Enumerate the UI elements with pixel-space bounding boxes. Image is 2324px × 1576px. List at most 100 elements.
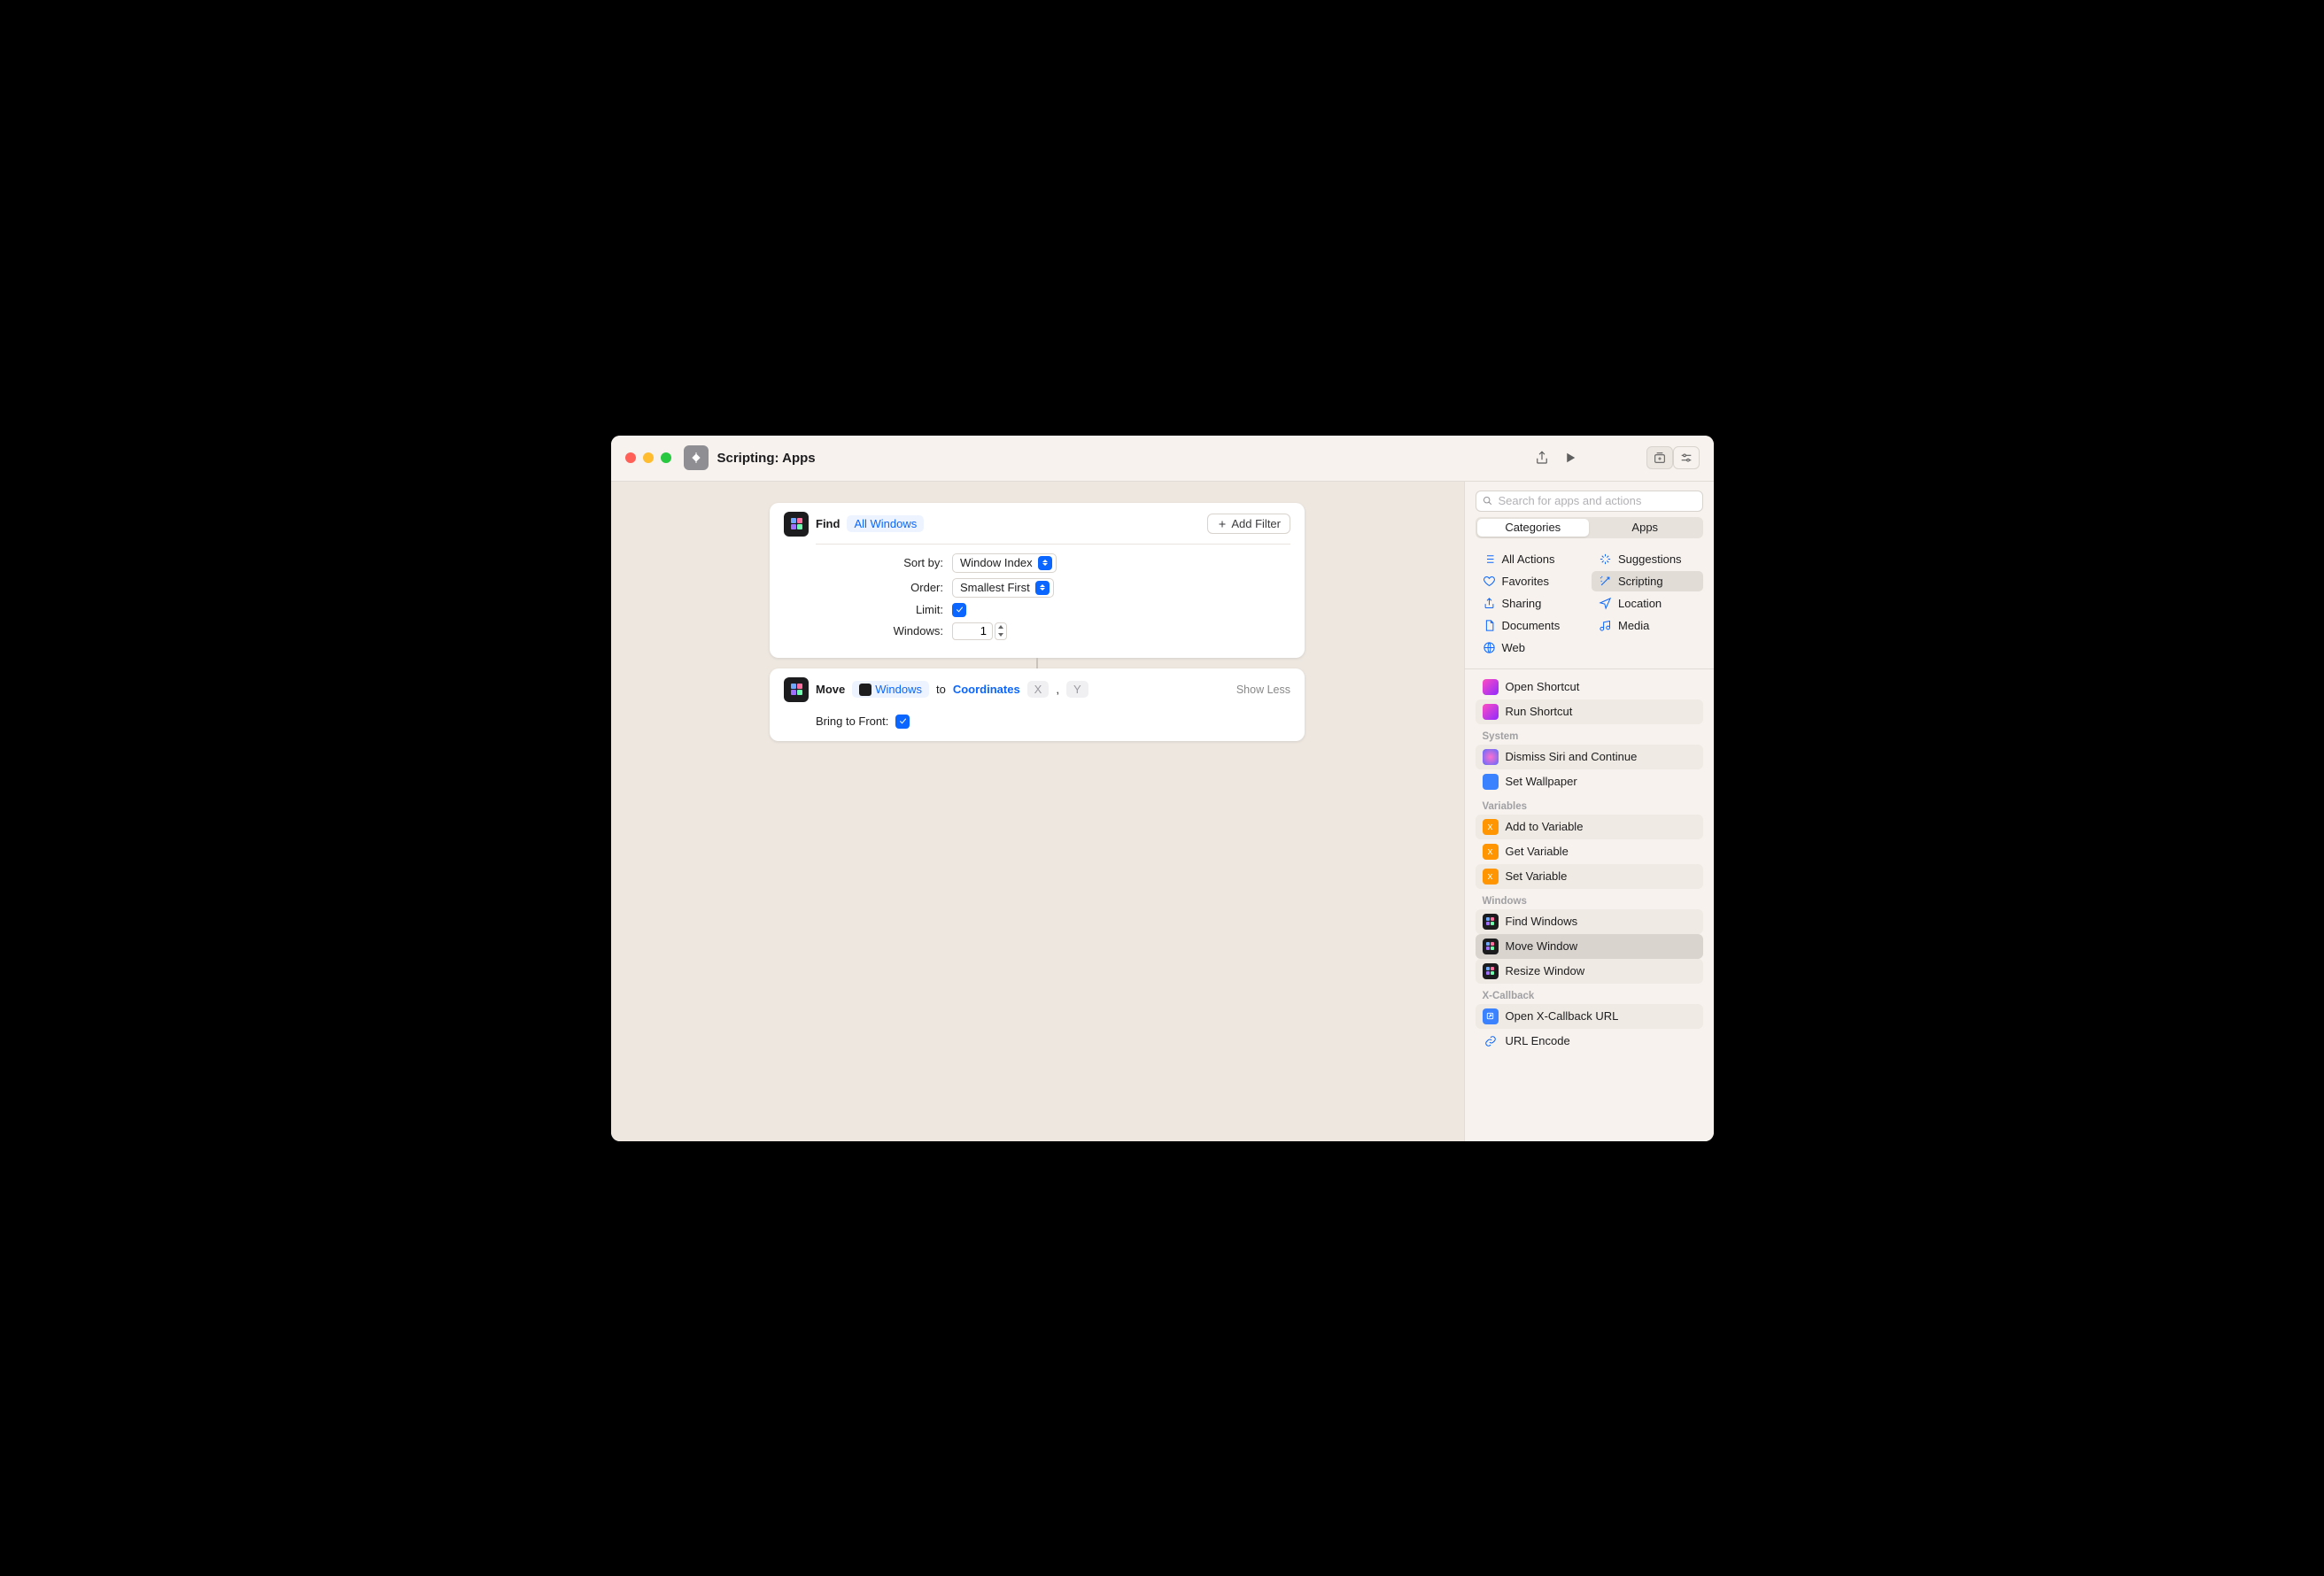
action-item[interactable]: x Get Variable [1476, 839, 1703, 864]
window-mini-icon [859, 684, 872, 696]
share-button[interactable] [1528, 445, 1556, 470]
x-placeholder[interactable]: X [1027, 681, 1050, 698]
link-icon [1483, 1033, 1499, 1049]
action-item[interactable]: Find Windows [1476, 909, 1703, 934]
order-select[interactable]: Smallest First [952, 578, 1054, 598]
document-icon [1483, 619, 1496, 632]
action-find-windows[interactable]: Find All Windows Add Filter Sort by: Win… [770, 503, 1305, 658]
search-input[interactable] [1499, 494, 1697, 507]
action-item[interactable]: Dismiss Siri and Continue [1476, 745, 1703, 769]
add-filter-label: Add Filter [1231, 517, 1281, 530]
action-item-label: Get Variable [1506, 845, 1569, 858]
action-item-label: Set Wallpaper [1506, 775, 1577, 788]
windows-count-input[interactable] [952, 622, 993, 640]
action-item-label: Open X-Callback URL [1506, 1009, 1619, 1023]
action-list[interactable]: Open Shortcut Run Shortcut System Dismiss S… [1465, 669, 1714, 1141]
shortcut-icon [1483, 679, 1499, 695]
orange-icon: x [1483, 819, 1499, 835]
cat-favorites[interactable]: Favorites [1476, 571, 1587, 591]
cat-location[interactable]: Location [1592, 593, 1703, 614]
bring-front-checkbox[interactable] [895, 715, 910, 729]
dark-icon [1483, 963, 1499, 979]
settings-toggle[interactable] [1673, 446, 1700, 469]
close-button[interactable] [625, 452, 636, 463]
cat-suggestions[interactable]: Suggestions [1592, 549, 1703, 569]
action-item-label: Resize Window [1506, 964, 1585, 977]
order-label: Order: [784, 581, 952, 594]
titlebar: Scripting: Apps [611, 436, 1714, 482]
app-window: Scripting: Apps Find All Windows [611, 436, 1714, 1141]
window-title: Scripting: Apps [717, 451, 816, 466]
action-move-window[interactable]: Move Windows to Coordinates X , Y Show L… [770, 668, 1305, 741]
action-group-header: Windows [1476, 889, 1703, 909]
search-field[interactable] [1476, 491, 1703, 512]
cat-media[interactable]: Media [1592, 615, 1703, 636]
tab-categories[interactable]: Categories [1477, 519, 1590, 537]
action-item[interactable]: Open X-Callback URL [1476, 1004, 1703, 1029]
chevron-updown-icon [1035, 581, 1050, 595]
limit-label: Limit: [784, 603, 952, 616]
library-tabs: Categories Apps [1476, 517, 1703, 538]
action-item[interactable]: Move Window [1476, 934, 1703, 959]
shortcut-icon [684, 445, 709, 470]
orange-icon: x [1483, 844, 1499, 860]
cat-all-actions[interactable]: All Actions [1476, 549, 1587, 569]
category-grid: All Actions Suggestions Favorites Script… [1465, 545, 1714, 667]
minimize-button[interactable] [643, 452, 654, 463]
workflow-canvas[interactable]: Find All Windows Add Filter Sort by: Win… [611, 482, 1464, 1141]
shortcut-icon [1483, 704, 1499, 720]
siri-icon [1483, 749, 1499, 765]
heart-icon [1483, 575, 1496, 588]
comma: , [1056, 683, 1059, 696]
windows-stepper[interactable] [995, 622, 1007, 640]
limit-checkbox[interactable] [952, 603, 966, 617]
find-target-token[interactable]: All Windows [847, 515, 924, 532]
cat-documents[interactable]: Documents [1476, 615, 1587, 636]
tab-apps[interactable]: Apps [1589, 519, 1701, 537]
cat-web[interactable]: Web [1476, 637, 1587, 658]
action-item[interactable]: Run Shortcut [1476, 699, 1703, 724]
action-item-label: Move Window [1506, 939, 1578, 953]
action-item[interactable]: Open Shortcut [1476, 675, 1703, 699]
windows-variable-token[interactable]: Windows [852, 681, 929, 698]
music-icon [1599, 619, 1612, 632]
sparkle-icon [1599, 552, 1612, 566]
y-placeholder[interactable]: Y [1066, 681, 1088, 698]
dark-icon [1483, 939, 1499, 954]
connector [1036, 658, 1038, 668]
action-item[interactable]: xSet Variable [1476, 864, 1703, 889]
search-icon [1482, 495, 1493, 506]
windows-count-label: Windows: [784, 624, 952, 637]
coordinates-token[interactable]: Coordinates [953, 683, 1020, 696]
globe-icon [1483, 641, 1496, 654]
bluebox-icon [1483, 1008, 1499, 1024]
action-item[interactable]: Resize Window [1476, 959, 1703, 984]
action-item-label: Dismiss Siri and Continue [1506, 750, 1638, 763]
location-icon [1599, 597, 1612, 610]
sort-by-select[interactable]: Window Index [952, 553, 1057, 573]
sort-by-value: Window Index [960, 556, 1033, 569]
action-item-label: Run Shortcut [1506, 705, 1573, 718]
run-button[interactable] [1556, 445, 1584, 470]
dark-icon [1483, 914, 1499, 930]
cat-scripting[interactable]: Scripting [1592, 571, 1703, 591]
action-item[interactable]: Set Wallpaper [1476, 769, 1703, 794]
action-group-header: System [1476, 724, 1703, 745]
action-item[interactable]: URL Encode [1476, 1029, 1703, 1054]
to-text: to [936, 683, 946, 696]
library-sidebar: Categories Apps All Actions Suggestions … [1464, 482, 1714, 1141]
action-group-header: Variables [1476, 794, 1703, 815]
wand-icon [1599, 575, 1612, 588]
add-filter-button[interactable]: Add Filter [1207, 514, 1290, 534]
show-less-button[interactable]: Show Less [1236, 684, 1290, 696]
order-value: Smallest First [960, 581, 1030, 594]
action-item-label: URL Encode [1506, 1034, 1570, 1047]
move-verb: Move [816, 683, 845, 696]
cat-sharing[interactable]: Sharing [1476, 593, 1587, 614]
blue-icon [1483, 774, 1499, 790]
library-toggle[interactable] [1646, 446, 1673, 469]
zoom-button[interactable] [661, 452, 671, 463]
windows-app-icon [784, 512, 809, 537]
action-group-header: X-Callback [1476, 984, 1703, 1004]
action-item[interactable]: xAdd to Variable [1476, 815, 1703, 839]
